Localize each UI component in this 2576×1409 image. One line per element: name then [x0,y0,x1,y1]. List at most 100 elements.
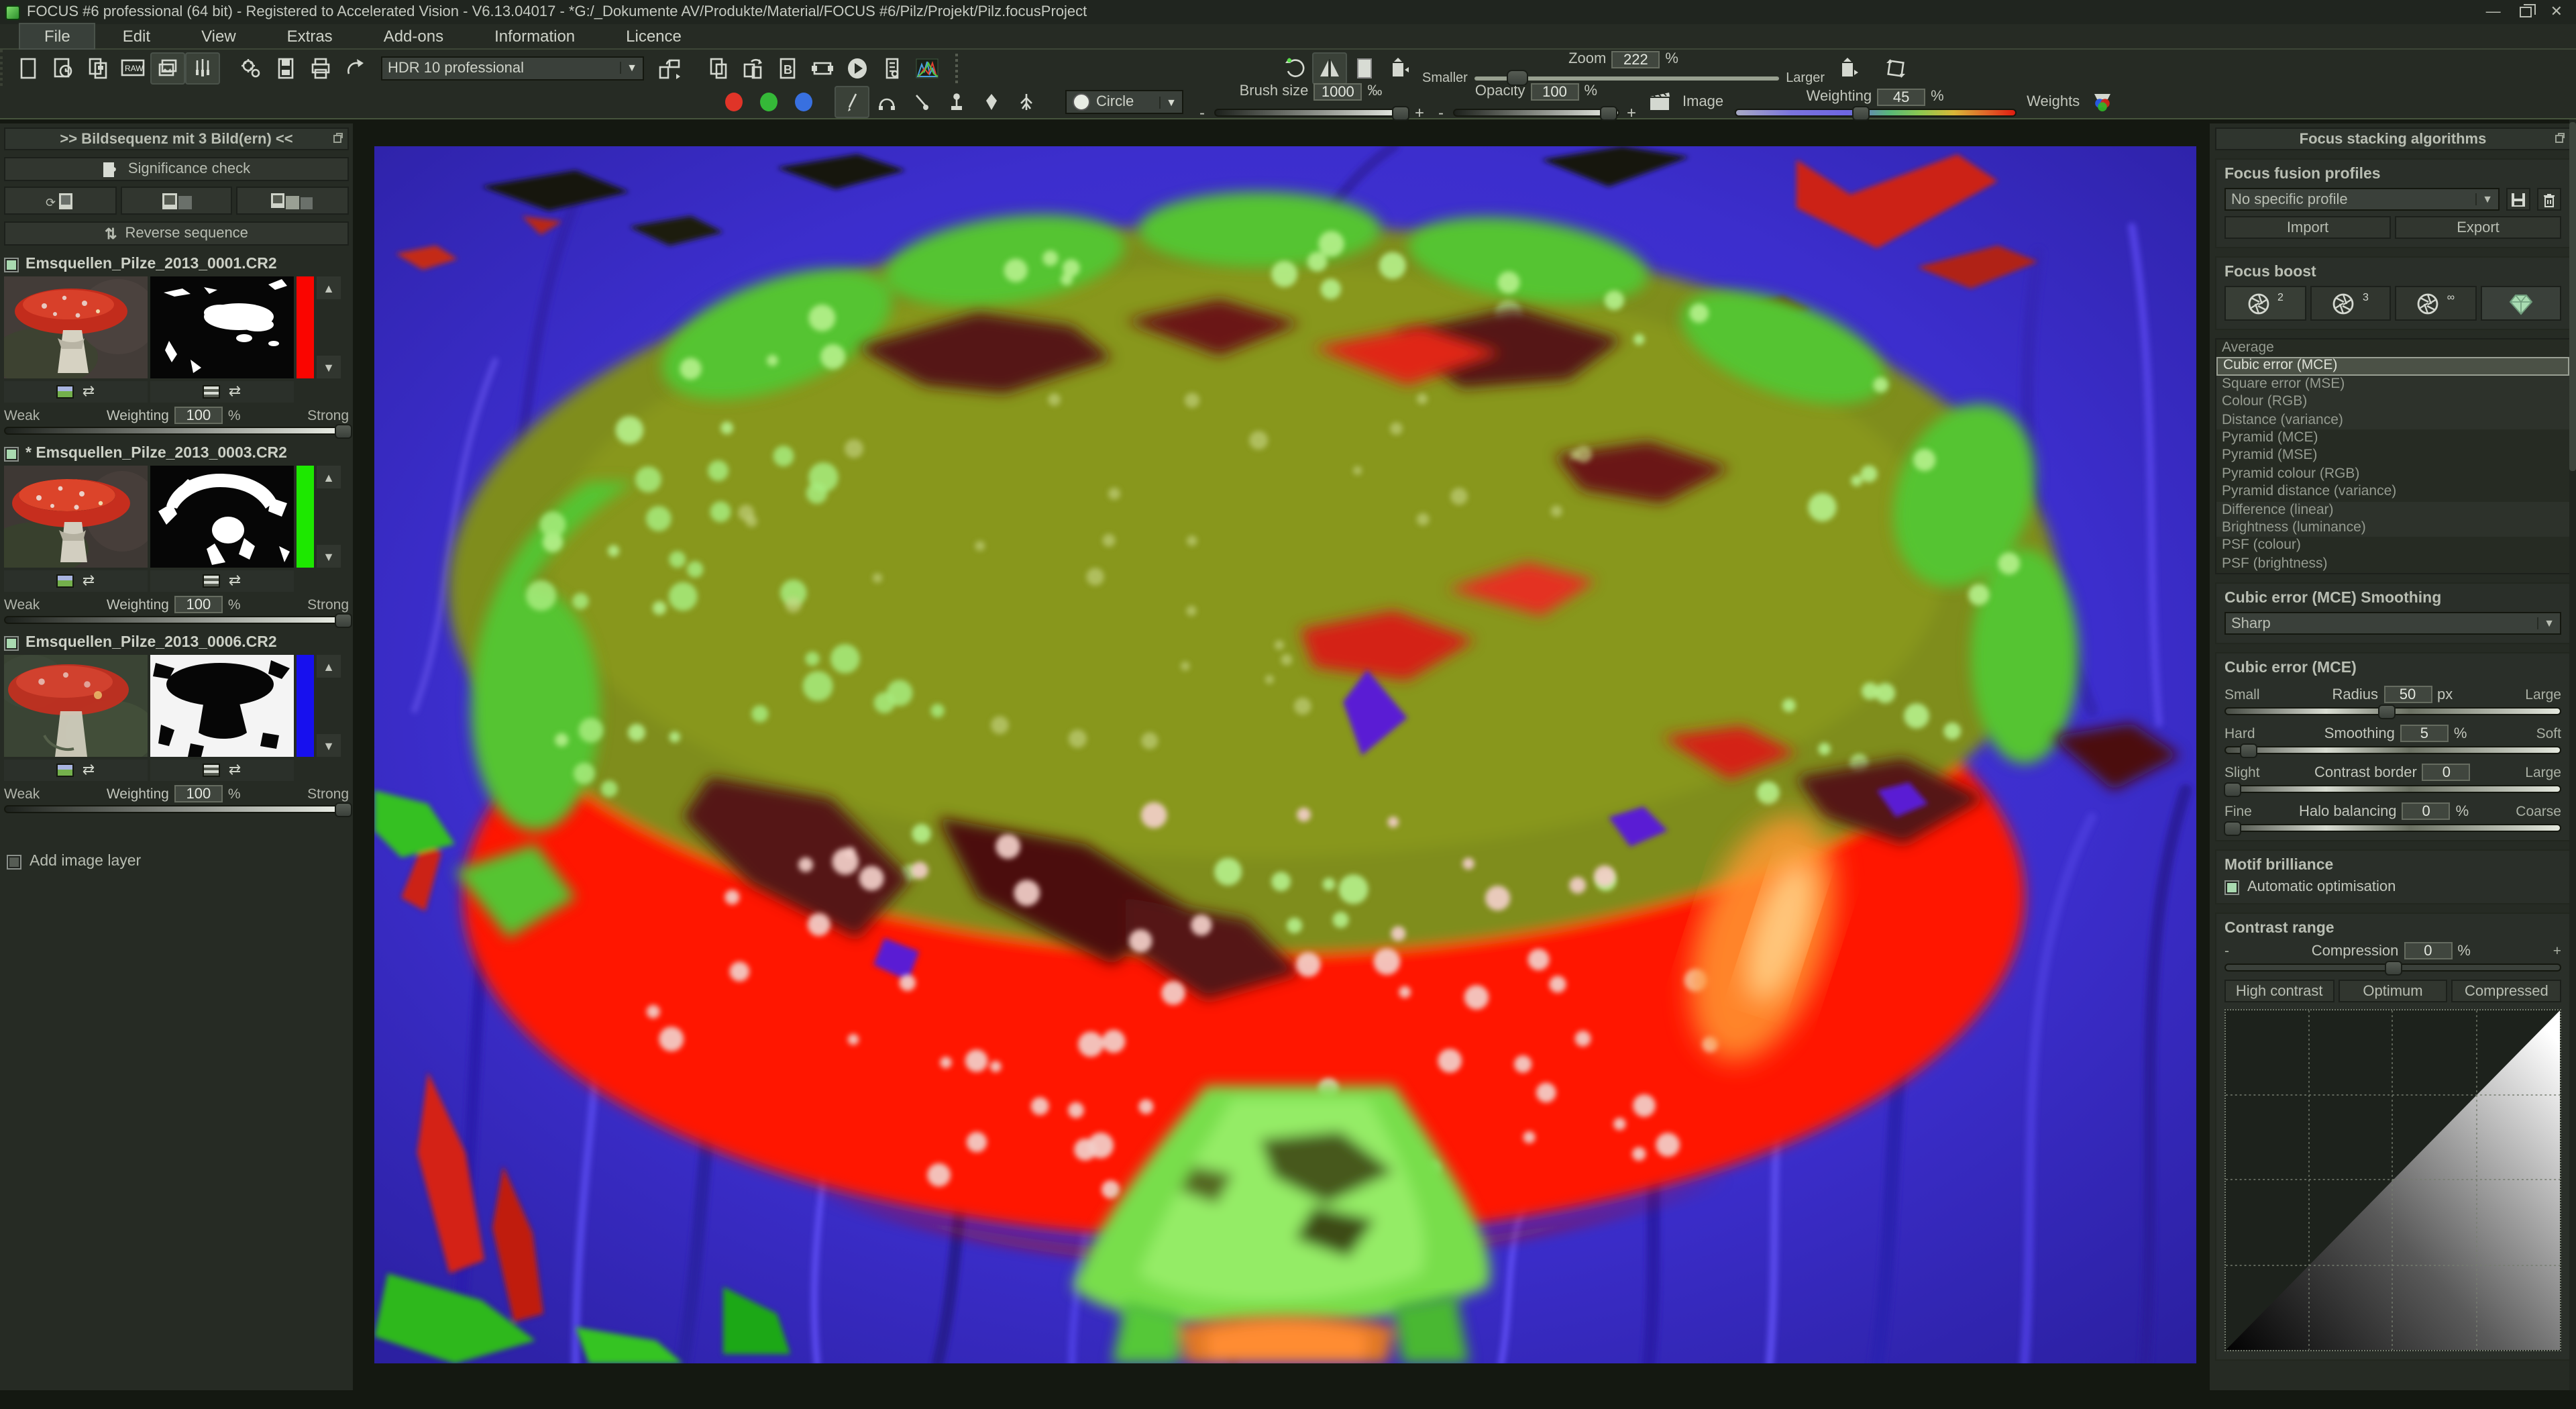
add-layer-checkbox[interactable] [7,854,21,869]
right-scrollbar[interactable] [2569,119,2576,1390]
save-button[interactable] [268,52,303,84]
image-preview-button[interactable] [1642,86,1677,118]
high-contrast-button[interactable]: High contrast [2224,980,2334,1002]
compression-value[interactable]: 0 [2404,942,2452,959]
optimum-button[interactable]: Optimum [2338,980,2447,1002]
automatic-optimisation-checkbox[interactable] [2224,880,2239,894]
share-button[interactable] [338,52,373,84]
brush-shape-dropdown[interactable]: Circle ▼ [1065,90,1183,114]
weighting-value[interactable]: 45 [1877,88,1925,105]
blank-view-button[interactable] [1347,52,1382,84]
export-profile-button[interactable]: Export [2395,216,2561,239]
boost-infinity-button[interactable]: ∞ [2395,286,2476,321]
stamp-tool-button[interactable] [939,86,974,118]
red-mask-button[interactable] [716,86,751,118]
restore-button[interactable] [2520,7,2532,17]
reverse-sequence-button[interactable]: ⇅ Reverse sequence [4,221,349,246]
needle-tool-button[interactable] [904,86,939,118]
weights-view-button[interactable] [2085,86,2120,118]
dual-pair-view-button[interactable] [237,187,349,215]
layer3-filename[interactable]: Emsquellen_Pilze_2013_0006.CR2 [25,635,277,651]
add-image-layer-row[interactable]: Add image layer [4,848,349,875]
save-profile-button[interactable] [2506,188,2530,211]
layer2-visible-checkbox[interactable] [4,446,19,461]
menu-licence[interactable]: Licence [602,24,706,48]
menu-edit[interactable]: Edit [99,24,174,48]
smoothing-dropdown[interactable]: Sharp ▼ [2224,612,2561,635]
open-recent-button[interactable] [46,52,80,84]
measure-button[interactable] [875,52,910,84]
layer2-move-down-button[interactable]: ▼ [317,545,341,568]
layer2-weighting-slider[interactable] [4,616,349,624]
contrast-border-value[interactable]: 0 [2422,764,2471,781]
menu-extras[interactable]: Extras [263,24,357,48]
layer1-mask-thumbnail[interactable] [150,276,294,378]
delete-profile-button[interactable] [2537,188,2561,211]
layer2-move-up-button[interactable]: ▲ [317,466,341,488]
algorithm-item-pyramid-colour[interactable]: Pyramid colour (RGB) [2216,465,2569,483]
layer1-move-up-button[interactable]: ▲ [317,276,341,299]
zoom-slider[interactable] [1474,76,1779,80]
halo-balancing-slider[interactable] [2224,824,2561,832]
algorithm-item-pyramid-mce[interactable]: Pyramid (MCE) [2216,429,2569,448]
settings-button[interactable] [233,52,268,84]
algorithm-item-brightness-luminance[interactable]: Brightness (luminance) [2216,519,2569,537]
mode-dropdown[interactable]: HDR 10 professional ▼ [381,56,644,80]
opacity-value[interactable]: 100 [1531,83,1579,100]
radius-value[interactable]: 50 [2383,686,2432,703]
pen-tool-button[interactable] [835,86,869,118]
layer3-move-up-button[interactable]: ▲ [317,655,341,678]
boost-cubed-button[interactable]: 3 [2310,286,2391,321]
brush-size-minus[interactable]: - [1197,103,1208,121]
close-button[interactable]: ✕ [2551,5,2563,19]
layer3-weighting-value[interactable]: 100 [174,785,223,802]
sequence-panel-header[interactable]: >> Bildsequenz mit 3 Bild(ern) << [4,127,349,150]
print-button[interactable] [303,52,338,84]
weighting-slider[interactable] [1734,108,2016,116]
algorithm-item-psf-colour[interactable]: PSF (colour) [2216,537,2569,556]
algorithm-item-pyramid-mse[interactable]: Pyramid (MSE) [2216,448,2569,466]
layer1-photo-thumbnail[interactable] [4,276,148,378]
fit-height-button[interactable] [1382,52,1417,84]
halo-balancing-value[interactable]: 0 [2402,802,2451,820]
smoothing-value[interactable]: 5 [2400,725,2449,742]
swap-mask-icon[interactable]: ⇄ [229,764,241,777]
export-processing-button[interactable] [652,52,687,84]
layer3-move-down-button[interactable]: ▼ [317,734,341,757]
algorithm-item-average[interactable]: Average [2216,340,2569,358]
menu-view[interactable]: View [177,24,260,48]
layer1-filename[interactable]: Emsquellen_Pilze_2013_0001.CR2 [25,256,277,272]
image-canvas[interactable] [374,146,2196,1363]
mirror-button[interactable] [1312,52,1347,84]
green-mask-button[interactable] [751,86,786,118]
compression-slider[interactable] [2224,963,2561,972]
image-mask-view-button[interactable] [120,187,232,215]
copy-images-button[interactable] [700,52,735,84]
algorithm-item-colour-rgb[interactable]: Colour (RGB) [2216,393,2569,411]
refresh-single-view-button[interactable]: ⟳ [4,187,116,215]
menu-information[interactable]: Information [470,24,599,48]
algorithm-item-cubic-error[interactable]: Cubic error (MCE) [2216,358,2569,376]
histogram-button[interactable] [910,52,945,84]
menu-file[interactable]: File [19,23,96,50]
algorithm-item-pyramid-distance[interactable]: Pyramid distance (variance) [2216,483,2569,501]
opacity-minus[interactable]: - [1436,103,1446,121]
boost-squared-button[interactable]: 2 [2224,286,2306,321]
eraser-tool-button[interactable] [974,86,1009,118]
brushes-button[interactable] [185,52,220,84]
raw-settings-button[interactable]: RAW [115,52,150,84]
layer2-filename[interactable]: * Emsquellen_Pilze_2013_0003.CR2 [25,446,287,462]
run-button[interactable] [840,52,875,84]
batch-button[interactable]: B [770,52,805,84]
significance-check-button[interactable]: ? Significance check [4,157,349,181]
smoothing-slider[interactable] [2224,746,2561,754]
pin-icon[interactable] [2555,133,2565,144]
reset-view-button[interactable] [1277,52,1312,84]
compressed-button[interactable]: Compressed [2452,980,2561,1002]
layer2-photo-thumbnail[interactable] [4,466,148,568]
contrast-border-slider[interactable] [2224,785,2561,793]
layer3-photo-thumbnail[interactable] [4,655,148,757]
algorithms-panel-header[interactable]: Focus stacking algorithms [2215,127,2571,150]
blue-mask-button[interactable] [786,86,821,118]
gallery-button[interactable] [150,52,185,84]
